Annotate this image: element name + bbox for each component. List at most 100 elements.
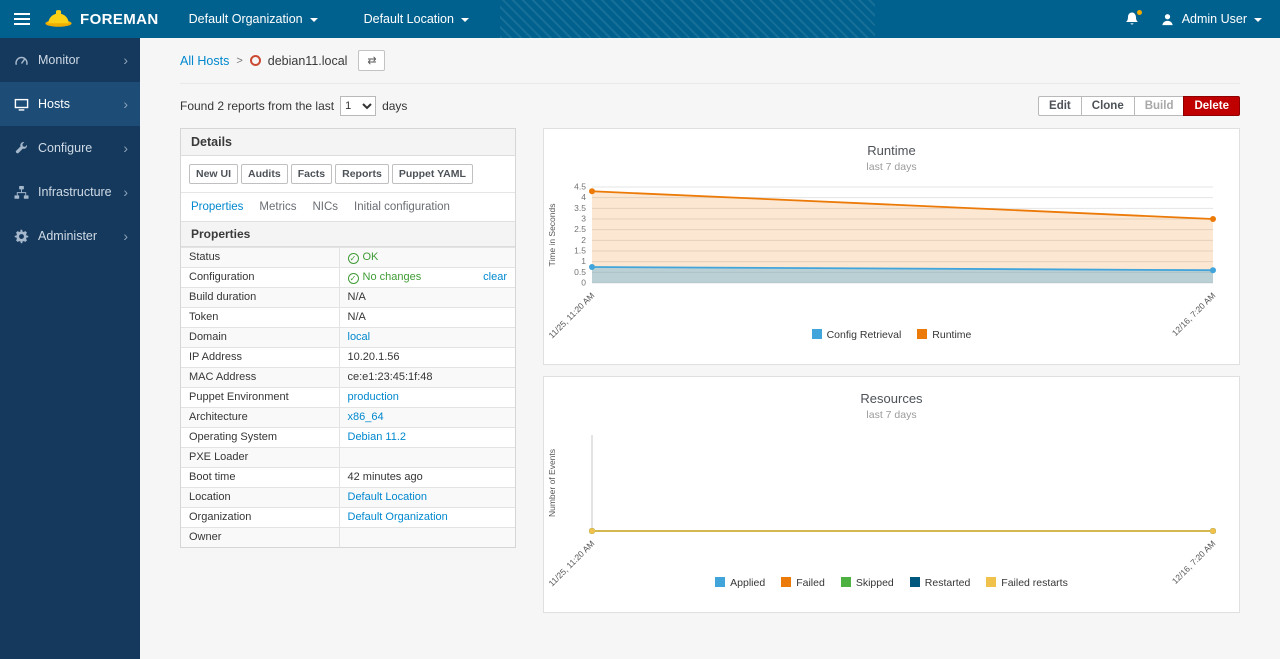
content-row: Details New UI Audits Facts Reports Pupp… — [180, 128, 1240, 613]
svg-text:2.5: 2.5 — [574, 224, 586, 234]
tab-metrics[interactable]: Metrics — [259, 193, 296, 221]
property-label: Owner — [181, 528, 339, 548]
sidebar-item-label: Monitor — [38, 53, 80, 67]
breadcrumb-current-host: debian11.local — [268, 54, 348, 68]
sidebar-item-hosts[interactable]: Hosts › — [0, 82, 140, 126]
days-select[interactable]: 1 — [340, 96, 376, 116]
property-link[interactable]: Debian 11.2 — [348, 431, 407, 443]
masthead: FOREMAN Default Organization Default Loc… — [0, 0, 1280, 38]
audits-button[interactable]: Audits — [241, 164, 288, 184]
legend-item: Applied — [715, 577, 765, 589]
legend-label: Restarted — [925, 577, 971, 589]
svg-text:2: 2 — [581, 235, 586, 245]
location-selector-label: Default Location — [364, 12, 454, 26]
build-button[interactable]: Build — [1134, 96, 1185, 116]
notifications-bell-icon[interactable] — [1124, 11, 1140, 27]
property-label: IP Address — [181, 348, 339, 368]
runtime-chart-plot: 00.511.522.533.544.5Time in Seconds11/25… — [544, 179, 1239, 329]
legend-label: Failed — [796, 577, 825, 589]
legend-item: Failed restarts — [986, 577, 1068, 589]
hamburger-menu-icon[interactable] — [0, 0, 44, 38]
reports-button[interactable]: Reports — [335, 164, 389, 184]
chevron-right-icon: › — [123, 97, 128, 111]
breadcrumb-all-hosts-link[interactable]: All Hosts — [180, 54, 229, 68]
property-value: local — [339, 328, 515, 348]
user-menu[interactable]: Admin User — [1160, 12, 1262, 27]
property-row: Architecture x86_64 — [181, 408, 515, 428]
details-buttons: New UI Audits Facts Reports Puppet YAML — [181, 156, 515, 193]
property-row: Owner — [181, 528, 515, 548]
new-ui-button[interactable]: New UI — [189, 164, 238, 184]
ok-check-icon: ✓ — [348, 273, 359, 284]
tab-initial-configuration[interactable]: Initial configuration — [354, 193, 450, 221]
resources-chart-title: Resources — [544, 391, 1239, 406]
svg-text:0.5: 0.5 — [574, 267, 586, 277]
property-link[interactable]: Default Location — [348, 491, 428, 503]
sidebar-item-label: Infrastructure — [38, 185, 112, 199]
brand-name: FOREMAN — [80, 11, 159, 28]
property-value — [339, 528, 515, 548]
legend-label: Skipped — [856, 577, 894, 589]
property-label: Location — [181, 488, 339, 508]
notification-dot — [1137, 10, 1142, 15]
property-link[interactable]: x86_64 — [348, 411, 384, 423]
runtime-chart-card: Runtime last 7 days 00.511.522.533.544.5… — [543, 128, 1240, 365]
foreman-brand[interactable]: FOREMAN — [44, 8, 159, 30]
property-row: Operating SystemDebian 11.2 — [181, 428, 515, 448]
resources-chart-subtitle: last 7 days — [544, 409, 1239, 421]
property-value: x86_64 — [339, 408, 515, 428]
tab-properties[interactable]: Properties — [191, 193, 243, 221]
property-label: Architecture — [181, 408, 339, 428]
clone-button[interactable]: Clone — [1081, 96, 1135, 116]
property-link[interactable]: local — [348, 331, 371, 343]
property-label: Build duration — [181, 288, 339, 308]
chevron-right-icon: › — [123, 141, 128, 155]
legend-swatch — [986, 577, 996, 587]
details-tabs: Properties Metrics NICs Initial configur… — [181, 193, 515, 222]
user-name: Admin User — [1182, 12, 1247, 26]
property-link[interactable]: Default Organization — [348, 511, 448, 523]
legend-label: Applied — [730, 577, 765, 589]
property-row: OrganizationDefault Organization — [181, 508, 515, 528]
legend-item: Runtime — [917, 329, 971, 341]
property-link[interactable]: production — [348, 391, 399, 403]
property-row: TokenN/A — [181, 308, 515, 328]
svg-text:Number of Events: Number of Events — [547, 449, 557, 517]
chevron-down-icon — [1254, 18, 1262, 22]
property-label: Boot time — [181, 468, 339, 488]
property-label: Token — [181, 308, 339, 328]
ok-check-icon: ✓ — [348, 253, 359, 264]
property-value: N/A — [339, 288, 515, 308]
main-content: All Hosts > debian11.local ⇄ Found 2 rep… — [140, 38, 1280, 659]
facts-button[interactable]: Facts — [291, 164, 332, 184]
organization-selector[interactable]: Default Organization — [173, 0, 334, 38]
svg-text:3: 3 — [581, 214, 586, 224]
property-row: Domainlocal — [181, 328, 515, 348]
property-value: Default Location — [339, 488, 515, 508]
legend-swatch — [812, 329, 822, 339]
location-selector[interactable]: Default Location — [348, 0, 485, 38]
legend-item: Skipped — [841, 577, 894, 589]
property-label: Puppet Environment — [181, 388, 339, 408]
sidebar-item-configure[interactable]: Configure › — [0, 126, 140, 170]
masthead-stripe-pattern — [500, 0, 875, 38]
property-label: MAC Address — [181, 368, 339, 388]
properties-table: Status✓OKConfiguration✓No changesclearBu… — [181, 247, 515, 547]
host-switcher-button[interactable]: ⇄ — [358, 50, 385, 71]
property-label: Status — [181, 248, 339, 268]
sidebar-item-administer[interactable]: Administer › — [0, 214, 140, 258]
host-action-buttons: Edit Clone Build Delete — [1038, 96, 1240, 116]
edit-button[interactable]: Edit — [1038, 96, 1082, 116]
svg-text:4.5: 4.5 — [574, 182, 586, 192]
property-value — [339, 448, 515, 468]
delete-button[interactable]: Delete — [1183, 96, 1240, 116]
puppet-yaml-button[interactable]: Puppet YAML — [392, 164, 473, 184]
properties-table-body: Status✓OKConfiguration✓No changesclearBu… — [181, 248, 515, 548]
clear-link[interactable]: clear — [483, 271, 507, 284]
user-icon — [1160, 12, 1175, 27]
sidebar-item-infrastructure[interactable]: Infrastructure › — [0, 170, 140, 214]
tab-nics[interactable]: NICs — [312, 193, 338, 221]
property-value: ✓No changesclear — [339, 268, 515, 288]
sidebar-item-monitor[interactable]: Monitor › — [0, 38, 140, 82]
legend-item: Failed — [781, 577, 825, 589]
